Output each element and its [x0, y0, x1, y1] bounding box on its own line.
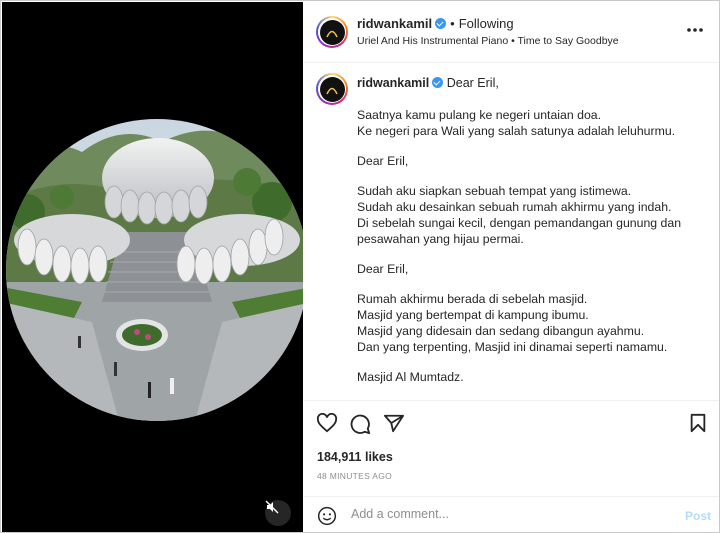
caption-paragraph: Saatnya kamu pulang ke negeri untaian do…	[357, 108, 676, 138]
save-button[interactable]	[689, 413, 707, 438]
emoji-button[interactable]	[317, 506, 337, 531]
mute-button[interactable]	[265, 500, 291, 526]
caption-header: ridwankamil Dear Eril,	[357, 76, 499, 90]
comment-button[interactable]	[349, 413, 371, 440]
avatar[interactable]	[316, 16, 348, 48]
action-bar	[304, 400, 719, 441]
caption-paragraph: Dear Eril,	[357, 154, 409, 168]
caption-first-line: Dear Eril,	[446, 76, 499, 90]
paper-plane-icon	[383, 414, 404, 433]
speaker-muted-icon	[265, 500, 279, 514]
comment-bar: Post	[304, 496, 719, 532]
avatar-icon	[326, 87, 338, 95]
verified-icon	[432, 77, 444, 88]
heart-icon	[316, 412, 338, 433]
like-count[interactable]: 184,911 likes	[317, 450, 393, 464]
post-video[interactable]	[2, 2, 303, 532]
more-horizontal-icon	[687, 28, 703, 32]
follow-separator: •	[450, 16, 455, 31]
post-header: ridwankamil • Following Uriel And His Inst…	[304, 2, 719, 63]
caption-paragraph: Masjid Al Mumtadz.	[357, 370, 464, 384]
caption-paragraph: Dear Eril,	[357, 262, 409, 276]
bookmark-icon	[690, 413, 706, 433]
post-sidebar: ridwankamil • Following Uriel And His Inst…	[304, 2, 719, 532]
caption-paragraph: Rumah akhirmu berada di sebelah masjid. …	[357, 292, 668, 354]
comment-input[interactable]	[349, 506, 673, 522]
header-username-row: ridwankamil • Following	[357, 16, 514, 31]
following-button[interactable]: Following	[459, 16, 514, 31]
verified-icon	[435, 18, 447, 29]
caption-username[interactable]: ridwankamil	[357, 76, 429, 90]
header-username[interactable]: ridwankamil	[357, 16, 432, 31]
more-options-button[interactable]	[686, 22, 704, 33]
share-button[interactable]	[383, 413, 405, 438]
caption-text: Saatnya kamu pulang ke negeri untaian do…	[357, 107, 702, 400]
post-comment-button[interactable]: Post	[685, 509, 711, 523]
mosque-render-image	[2, 2, 303, 532]
avatar-icon	[326, 30, 338, 38]
like-button[interactable]	[316, 412, 338, 438]
audio-attribution[interactable]: Uriel And His Instrumental Piano • Time …	[357, 35, 619, 47]
caption-avatar[interactable]	[316, 73, 348, 105]
comment-icon	[350, 414, 371, 435]
smiley-icon	[317, 506, 337, 526]
caption-paragraph: Sudah aku siapkan sebuah tempat yang ist…	[357, 184, 682, 246]
caption-scroll-area[interactable]: ridwankamil Dear Eril, Saatnya kamu pula…	[304, 63, 719, 400]
post-dialog: ridwankamil • Following Uriel And His Inst…	[0, 0, 720, 533]
post-time[interactable]: 48 MINUTES AGO	[317, 471, 392, 481]
